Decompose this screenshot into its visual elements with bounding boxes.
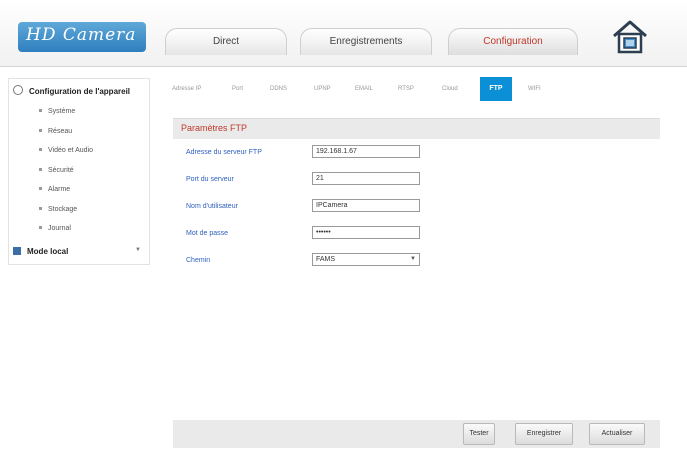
ftp-server-label: Adresse du serveur FTP xyxy=(186,149,262,156)
top-header: HD Camera Direct Enregistrements Configu… xyxy=(0,0,687,67)
chevron-down-icon: ▼ xyxy=(410,256,416,262)
tab-direct[interactable]: Direct xyxy=(165,28,287,55)
settings-icon xyxy=(13,85,23,95)
sidebar: Configuration de l'appareil Système Rése… xyxy=(8,78,150,265)
server-port-input[interactable] xyxy=(312,172,420,185)
subtab-email[interactable]: EMAIL xyxy=(355,80,373,98)
tab-recordings[interactable]: Enregistrements xyxy=(300,28,432,55)
refresh-button[interactable]: Actualiser xyxy=(589,423,645,445)
sidebar-item-video-audio[interactable]: Vidéo et Audio xyxy=(39,141,93,161)
local-mode-label: Mode local xyxy=(27,247,69,256)
password-input[interactable] xyxy=(312,226,420,239)
subtab-rtsp[interactable]: RTSP xyxy=(398,80,414,98)
sidebar-title: Configuration de l'appareil xyxy=(29,87,131,96)
section-title: Paramètres FTP xyxy=(181,123,248,133)
bullet-icon xyxy=(39,167,42,171)
sidebar-item-label: Sécurité xyxy=(48,166,74,174)
logo-text: HD Camera xyxy=(26,25,137,45)
subtab-port[interactable]: Port xyxy=(232,80,243,98)
brand-logo: HD Camera xyxy=(18,22,146,52)
server-port-label: Port du serveur xyxy=(186,176,234,183)
ftp-server-input[interactable] xyxy=(312,145,420,158)
sidebar-item-label: Système xyxy=(48,108,76,115)
bullet-icon xyxy=(39,206,42,210)
bullet-icon xyxy=(39,148,42,151)
username-input[interactable] xyxy=(312,199,420,212)
sidebar-item-network[interactable]: Réseau xyxy=(39,122,93,142)
bullet-icon xyxy=(39,109,42,112)
sidebar-local-mode[interactable]: Mode local ▼ xyxy=(13,247,145,256)
sidebar-item-label: Stockage xyxy=(48,205,78,213)
subtab-cloud[interactable]: Cloud xyxy=(442,80,458,98)
save-button[interactable]: Enregistrer xyxy=(515,423,573,445)
path-selected-value: FAMS xyxy=(316,256,336,263)
test-button[interactable]: Tester xyxy=(463,423,495,445)
sidebar-item-alarm[interactable]: Alarme xyxy=(39,180,93,200)
subtab-wifi[interactable]: WIFI xyxy=(528,80,541,98)
chevron-down-icon: ▼ xyxy=(135,247,141,253)
tab-configuration[interactable]: Configuration xyxy=(448,28,578,55)
path-select[interactable]: FAMS ▼ xyxy=(312,253,420,266)
subtab-ddns[interactable]: DDNS xyxy=(270,80,287,98)
sidebar-item-storage[interactable]: Stockage xyxy=(39,200,93,220)
path-label: Chemin xyxy=(186,257,211,264)
bullet-icon xyxy=(39,226,42,229)
bullet-icon xyxy=(39,187,42,190)
sidebar-device-config[interactable]: Configuration de l'appareil xyxy=(13,85,130,96)
ftp-section-header: Paramètres FTP xyxy=(173,118,660,139)
local-mode-icon xyxy=(13,247,21,255)
sidebar-item-security[interactable]: Sécurité xyxy=(39,161,93,181)
action-bar: Tester Enregistrer Actualiser xyxy=(173,420,660,448)
sidebar-item-label: Vidéo et Audio xyxy=(48,147,94,154)
sidebar-item-system[interactable]: Système xyxy=(39,102,93,122)
sidebar-item-label: Alarme xyxy=(48,186,71,193)
sidebar-item-label: Réseau xyxy=(48,127,73,135)
sidebar-item-label: Journal xyxy=(48,225,71,232)
subtab-ftp[interactable]: FTP xyxy=(480,77,512,101)
sidebar-item-log[interactable]: Journal xyxy=(39,219,93,239)
subtab-upnp[interactable]: UPNP xyxy=(314,80,331,98)
bullet-icon xyxy=(39,128,42,132)
home-icon[interactable] xyxy=(610,16,650,56)
password-label: Mot de passe xyxy=(186,230,229,237)
username-label: Nom d'utilisateur xyxy=(186,203,238,210)
subtab-ip-address[interactable]: Adresse IP xyxy=(172,80,201,98)
